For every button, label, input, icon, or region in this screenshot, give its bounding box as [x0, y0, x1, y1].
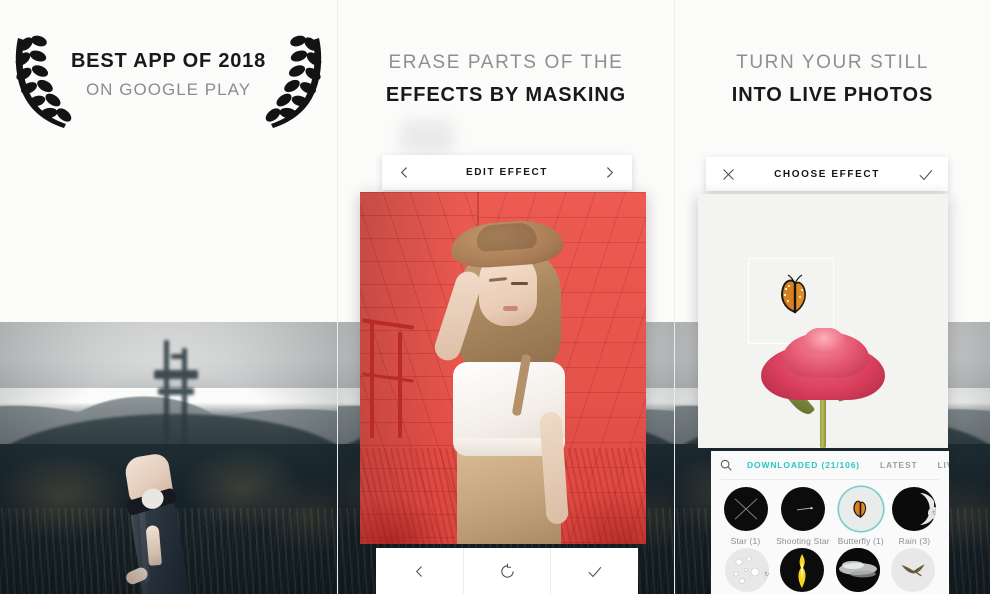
blurred-ghost-element — [400, 120, 454, 154]
effect-item-rain[interactable]: ↻ Rain (3) — [892, 487, 937, 546]
effect-thumb: ↻ — [892, 487, 937, 531]
close-x-icon — [723, 168, 734, 180]
next-effect-button[interactable] — [601, 164, 618, 181]
effect-thumb: PRO — [723, 487, 768, 531]
effect-picker-tabs: DOWNLOADED (21/106) LATEST LIVE — [711, 451, 949, 479]
headline-bold: EFFECTS BY MASKING — [385, 83, 627, 106]
effect-item-bird[interactable] — [890, 548, 938, 592]
edited-photo-preview[interactable] — [360, 192, 646, 544]
search-button[interactable] — [719, 458, 733, 472]
model-figure — [431, 218, 581, 544]
reset-button[interactable] — [462, 548, 551, 594]
search-icon — [720, 459, 732, 471]
tab-downloaded[interactable]: DOWNLOADED (21/106) — [747, 460, 860, 470]
pro-badge: PRO — [754, 487, 768, 491]
edit-bottom-toolbar — [376, 548, 638, 594]
edit-effect-topbar: EDIT EFFECT — [382, 155, 632, 190]
effect-thumb: ↻ — [724, 548, 769, 592]
edit-effect-title: EDIT EFFECT — [465, 167, 549, 178]
effect-item-smoke[interactable] — [834, 548, 882, 592]
headline-thin: TURN YOUR STILL — [736, 52, 929, 73]
effect-item-star[interactable]: PRO Star (1) — [723, 487, 768, 546]
effect-thumb — [780, 487, 825, 531]
headline-bold: INTO LIVE PHOTOS — [731, 83, 934, 106]
award-badge: BEST APP OF 2018 ON GOOGLE PLAY — [0, 24, 337, 134]
check-icon — [919, 169, 933, 180]
panel-live-headline: TURN YOUR STILL INTO LIVE PHOTOS — [675, 52, 990, 110]
effect-item-flame-figure[interactable] — [779, 548, 827, 592]
bubbles-icon — [733, 556, 760, 584]
effect-label: Butterfly (1) — [837, 536, 884, 546]
effect-count-badge: ↻ — [760, 568, 769, 580]
chevron-right-icon — [606, 167, 614, 178]
effect-thumb — [835, 548, 880, 592]
headline-thin: ERASE PARTS OF THE — [388, 52, 624, 73]
apply-button[interactable] — [917, 166, 934, 183]
choose-effect-title: CHOOSE EFFECT — [774, 168, 880, 180]
screenshot-stage: BEST APP OF 2018 ON GOOGLE PLAY ERASE PA… — [0, 0, 990, 594]
radio-tower — [152, 340, 204, 452]
chevron-left-icon — [415, 565, 422, 577]
butterfly-icon — [781, 274, 806, 314]
effect-item-butterfly[interactable]: Butterfly (1) — [838, 487, 884, 546]
background-photo — [0, 322, 337, 594]
award-title: BEST APP OF 2018 — [70, 50, 267, 72]
live-photo-preview[interactable] — [698, 194, 948, 448]
panel-masking: ERASE PARTS OF THE EFFECTS BY MASKING ED… — [337, 0, 674, 594]
star-burst-icon — [734, 498, 757, 520]
effects-grid-row1: PRO Star (1) Shooting Star — [711, 480, 949, 546]
choose-effect-topbar: CHOOSE EFFECT — [706, 157, 948, 191]
panel-live-photos: TURN YOUR STILL INTO LIVE PHOTOS CHOOSE … — [674, 0, 990, 594]
panel-award: BEST APP OF 2018 ON GOOGLE PLAY — [0, 0, 337, 594]
effect-thumb — [838, 487, 883, 531]
effect-item-shooting-star[interactable]: Shooting Star — [776, 487, 830, 546]
butterfly-icon — [853, 500, 866, 518]
effects-grid-row2: ↻ — [711, 546, 949, 592]
effect-count-badge: ↻ — [928, 507, 937, 519]
effect-thumb — [780, 548, 825, 592]
back-button[interactable] — [376, 548, 463, 594]
check-icon — [588, 566, 602, 577]
effect-thumb — [891, 548, 936, 592]
flame-figure-icon — [798, 554, 806, 588]
prev-effect-button[interactable] — [396, 164, 413, 181]
rotate-reset-icon — [500, 563, 514, 578]
red-railing — [361, 318, 420, 440]
effect-label: Star (1) — [730, 536, 761, 546]
effect-picker-panel: DOWNLOADED (21/106) LATEST LIVE PRO — [711, 451, 949, 594]
award-subtitle: ON GOOGLE PLAY — [85, 80, 252, 99]
chevron-left-icon — [400, 167, 408, 178]
effect-item-bubbles[interactable]: ↻ — [723, 548, 771, 592]
smoke-icon — [835, 548, 880, 592]
panel-masking-headline: ERASE PARTS OF THE EFFECTS BY MASKING — [338, 52, 674, 110]
bird-icon — [901, 564, 925, 577]
tab-latest[interactable]: LATEST — [880, 460, 918, 470]
tab-live[interactable]: LIVE — [938, 460, 949, 470]
effect-label: Shooting Star — [776, 536, 830, 546]
cancel-button[interactable] — [720, 166, 737, 183]
rose-flower — [756, 322, 890, 448]
effect-label: Rain (3) — [898, 536, 931, 546]
shooting-star-icon — [796, 506, 813, 511]
confirm-button[interactable] — [550, 548, 638, 594]
